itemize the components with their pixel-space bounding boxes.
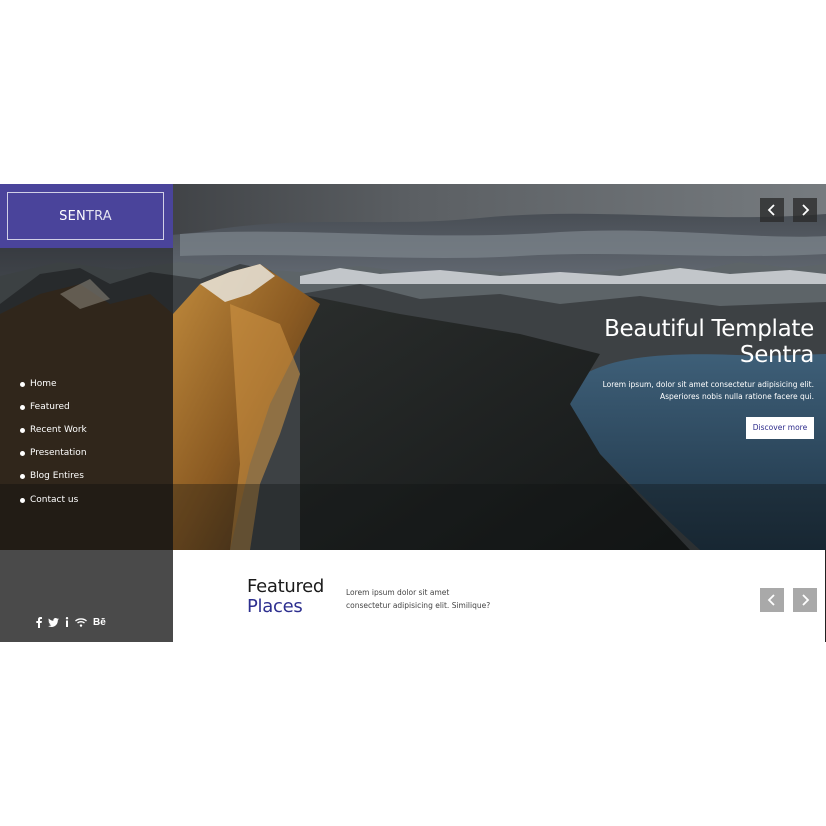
- sidebar: SEN TRA Home Featured Recent Work Present…: [0, 184, 173, 642]
- nav-item-featured[interactable]: Featured: [20, 395, 87, 418]
- nav-item-blog-entries[interactable]: Blog Entires: [20, 465, 87, 488]
- hero-title-line2: Sentra: [739, 342, 814, 368]
- nav-item-contact-us[interactable]: Contact us: [20, 488, 87, 511]
- chevron-left-icon: [767, 594, 775, 606]
- hero-title: Beautiful Template Sentra: [554, 316, 814, 368]
- featured-prev-button[interactable]: [760, 588, 784, 612]
- featured-desc-line1: Lorem ipsum dolor sit amet: [346, 588, 450, 597]
- featured-description: Lorem ipsum dolor sit amet consectetur a…: [346, 586, 490, 612]
- info-icon[interactable]: [65, 617, 69, 627]
- chevron-left-icon: [767, 204, 775, 216]
- bullet-icon: [20, 404, 25, 410]
- facebook-icon[interactable]: [36, 616, 42, 628]
- nav-item-label: Presentation: [30, 448, 87, 459]
- featured-title-line2: Places: [247, 596, 303, 617]
- twitter-icon[interactable]: [48, 617, 59, 627]
- social-links: Bē: [36, 614, 106, 630]
- featured-next-button[interactable]: [793, 588, 817, 612]
- featured-title: Featured Places: [247, 577, 324, 617]
- behance-icon[interactable]: Bē: [93, 617, 106, 628]
- chevron-right-icon: [802, 204, 810, 216]
- featured-title-line1: Featured: [247, 576, 325, 597]
- nav-item-label: Contact us: [30, 494, 79, 505]
- bullet-icon: [20, 381, 25, 387]
- sentra-website: Beautiful Template Sentra Lorem ipsum, d…: [0, 184, 826, 642]
- logo-light: TRA: [85, 208, 112, 224]
- nav-item-label: Featured: [30, 401, 70, 412]
- hero-next-button[interactable]: [793, 198, 817, 222]
- wifi-icon[interactable]: [75, 617, 87, 627]
- sidebar-nav: Home Featured Recent Work Presentation B…: [20, 372, 87, 511]
- featured-places-section: Featured Places Lorem ipsum dolor sit am…: [173, 550, 826, 642]
- logo: SEN TRA: [7, 192, 164, 240]
- nav-item-presentation[interactable]: Presentation: [20, 442, 87, 465]
- nav-item-label: Recent Work: [30, 424, 87, 435]
- logo-bold: SEN: [59, 208, 86, 224]
- bullet-icon: [20, 474, 25, 480]
- nav-item-recent-work[interactable]: Recent Work: [20, 418, 87, 441]
- nav-item-home[interactable]: Home: [20, 372, 87, 395]
- featured-desc-line2: consectetur adipisicing elit. Similique?: [346, 601, 491, 610]
- hero-description: Lorem ipsum, dolor sit amet consectetur …: [554, 379, 814, 403]
- nav-item-label: Blog Entires: [30, 471, 84, 482]
- nav-item-label: Home: [30, 378, 57, 389]
- logo-box[interactable]: SEN TRA: [0, 184, 173, 248]
- chevron-right-icon: [802, 594, 810, 606]
- hero-prev-button[interactable]: [760, 198, 784, 222]
- hero-title-line1: Beautiful Template: [604, 316, 814, 342]
- bullet-icon: [20, 497, 25, 503]
- hero-desc-line2: Asperiores nobis nulla ratione facere qu…: [659, 392, 814, 401]
- bullet-icon: [20, 451, 25, 457]
- bullet-icon: [20, 427, 25, 433]
- discover-more-button[interactable]: Discover more: [746, 417, 814, 439]
- page: Beautiful Template Sentra Lorem ipsum, d…: [0, 0, 826, 826]
- hero-desc-line1: Lorem ipsum, dolor sit amet consectetur …: [602, 380, 814, 389]
